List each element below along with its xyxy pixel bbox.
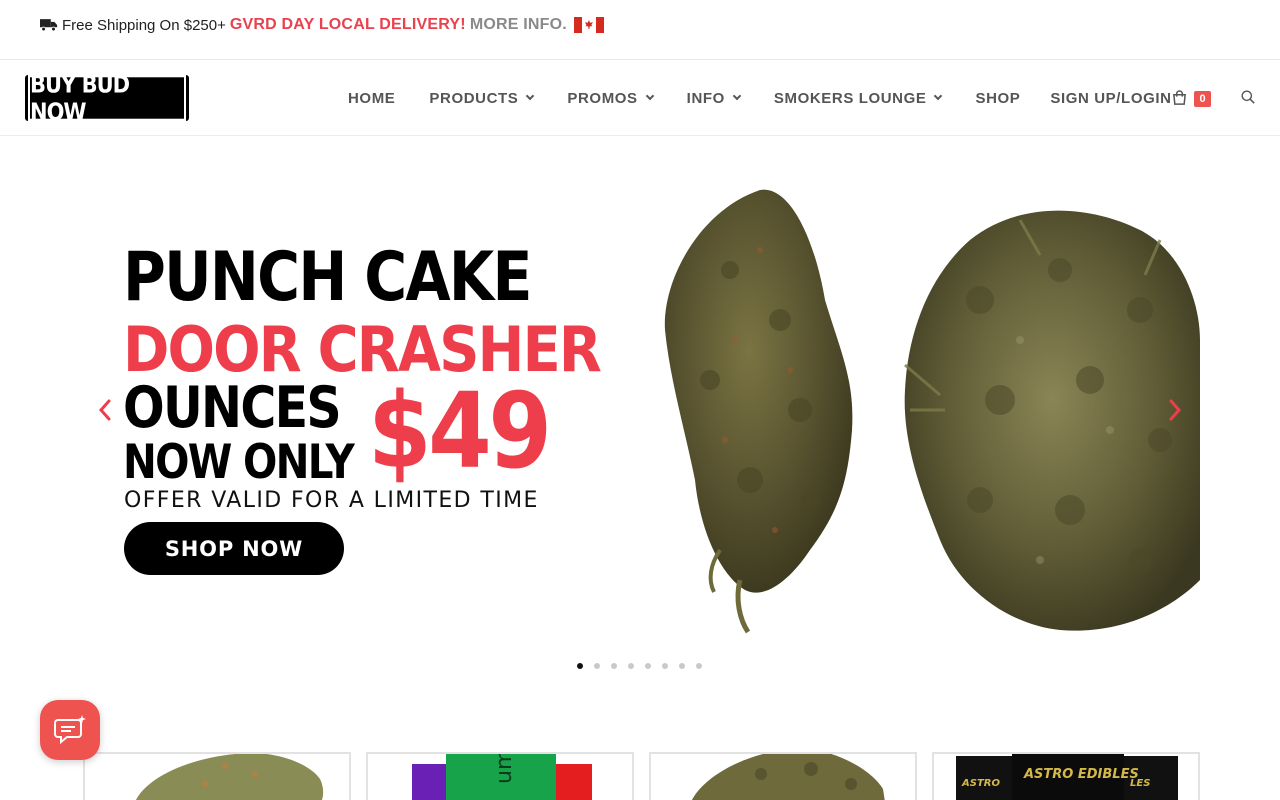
hero-title-line3: OUNCES: [123, 375, 342, 441]
nav-label: PROMOS: [567, 89, 638, 107]
hero-title-line1: PUNCH CAKE: [123, 238, 532, 317]
slider-dot[interactable]: [594, 663, 600, 669]
shipping-text: Free Shipping On $250+: [62, 16, 226, 34]
chevron-down-icon: [526, 91, 535, 101]
slider-dot[interactable]: [628, 663, 634, 669]
cannabis-bud-image: [664, 189, 1200, 634]
slider-dot[interactable]: [577, 663, 583, 669]
nav-label: SMOKERS LOUNGE: [773, 89, 927, 107]
nav-label: SHOP: [975, 89, 1021, 107]
chevron-down-icon: [934, 91, 943, 101]
svg-text:ASTRO: ASTRO: [961, 778, 1000, 789]
cart-count-badge: 0: [1194, 91, 1211, 107]
product-card[interactable]: um: [366, 752, 634, 800]
slider-dot[interactable]: [679, 663, 685, 669]
nav-item-products[interactable]: PRODUCTS: [429, 89, 535, 107]
more-info-link[interactable]: MORE INFO.: [470, 16, 567, 34]
site-header: BUY BUD NOW HOME PRODUCTS PROMOS INFO SM…: [0, 60, 1280, 136]
cart-button[interactable]: 0: [1172, 88, 1212, 110]
shop-now-button[interactable]: SHOP NOW: [124, 522, 344, 575]
svg-text:um: um: [492, 754, 517, 784]
hero-offer-text: OFFER VALID FOR A LIMITED TIME: [124, 488, 539, 513]
product-image: ASTRO EDIBLES ASTRO LES: [956, 754, 1178, 800]
delivery-link[interactable]: GVRD DAY LOCAL DELIVERY!: [230, 16, 466, 34]
hero-price: $49: [368, 370, 552, 492]
nav-item-info[interactable]: INFO: [686, 89, 742, 107]
product-card[interactable]: [649, 752, 917, 800]
nav-item-shop[interactable]: SHOP: [975, 90, 1020, 107]
chat-widget-button[interactable]: [40, 700, 100, 760]
chevron-down-icon: [732, 91, 742, 101]
product-card-row: um ASTRO EDIBLES ASTRO LES: [83, 752, 1200, 800]
main-nav: HOME PRODUCTS PROMOS INFO SMOKERS LOUNGE…: [348, 87, 1172, 109]
announcement-bar: Free Shipping On $250+ GVRD DAY LOCAL DE…: [0, 0, 1280, 60]
logo-text: BUY BUD NOW: [28, 70, 186, 126]
slider-dot[interactable]: [662, 663, 668, 669]
product-card[interactable]: ASTRO EDIBLES ASTRO LES: [932, 752, 1200, 800]
nav-item-home[interactable]: HOME: [348, 90, 395, 107]
nav-item-smokers-lounge[interactable]: SMOKERS LOUNGE: [773, 89, 943, 107]
nav-item-sign-up-login[interactable]: SIGN UP/LOGIN: [1050, 90, 1171, 107]
hero-slider: PUNCH CAKE DOOR CRASHER OUNCES NOW ONLY …: [80, 170, 1200, 640]
svg-text:LES: LES: [1130, 778, 1150, 789]
chevron-down-icon: [645, 91, 654, 101]
product-image: [136, 754, 324, 800]
canada-flag-icon: [573, 17, 604, 33]
product-card[interactable]: [83, 752, 351, 800]
slider-dot[interactable]: [645, 663, 651, 669]
search-icon[interactable]: [1241, 90, 1255, 104]
nav-label: HOME: [348, 89, 396, 107]
shopping-bag-icon: [1173, 90, 1186, 105]
product-image: um: [412, 754, 592, 800]
product-image: [692, 754, 885, 800]
announcement-content: Free Shipping On $250+ GVRD DAY LOCAL DE…: [40, 14, 604, 36]
slider-next-arrow-icon[interactable]: [1168, 398, 1182, 422]
slider-dot[interactable]: [611, 663, 617, 669]
nav-label: INFO: [686, 89, 725, 107]
slider-dot[interactable]: [696, 663, 702, 669]
nav-label: PRODUCTS: [429, 89, 519, 107]
site-logo[interactable]: BUY BUD NOW: [25, 70, 189, 126]
slider-prev-arrow-icon[interactable]: [98, 398, 112, 422]
slider-pagination: [577, 663, 713, 669]
chat-bubble-icon: [54, 715, 86, 745]
nav-item-promos[interactable]: PROMOS: [567, 89, 654, 107]
truck-icon: [40, 19, 58, 32]
nav-label: SIGN UP/LOGIN: [1050, 89, 1172, 107]
svg-text:ASTRO EDIBLES: ASTRO EDIBLES: [1023, 767, 1139, 782]
hero-title-line4: NOW ONLY: [123, 435, 355, 490]
